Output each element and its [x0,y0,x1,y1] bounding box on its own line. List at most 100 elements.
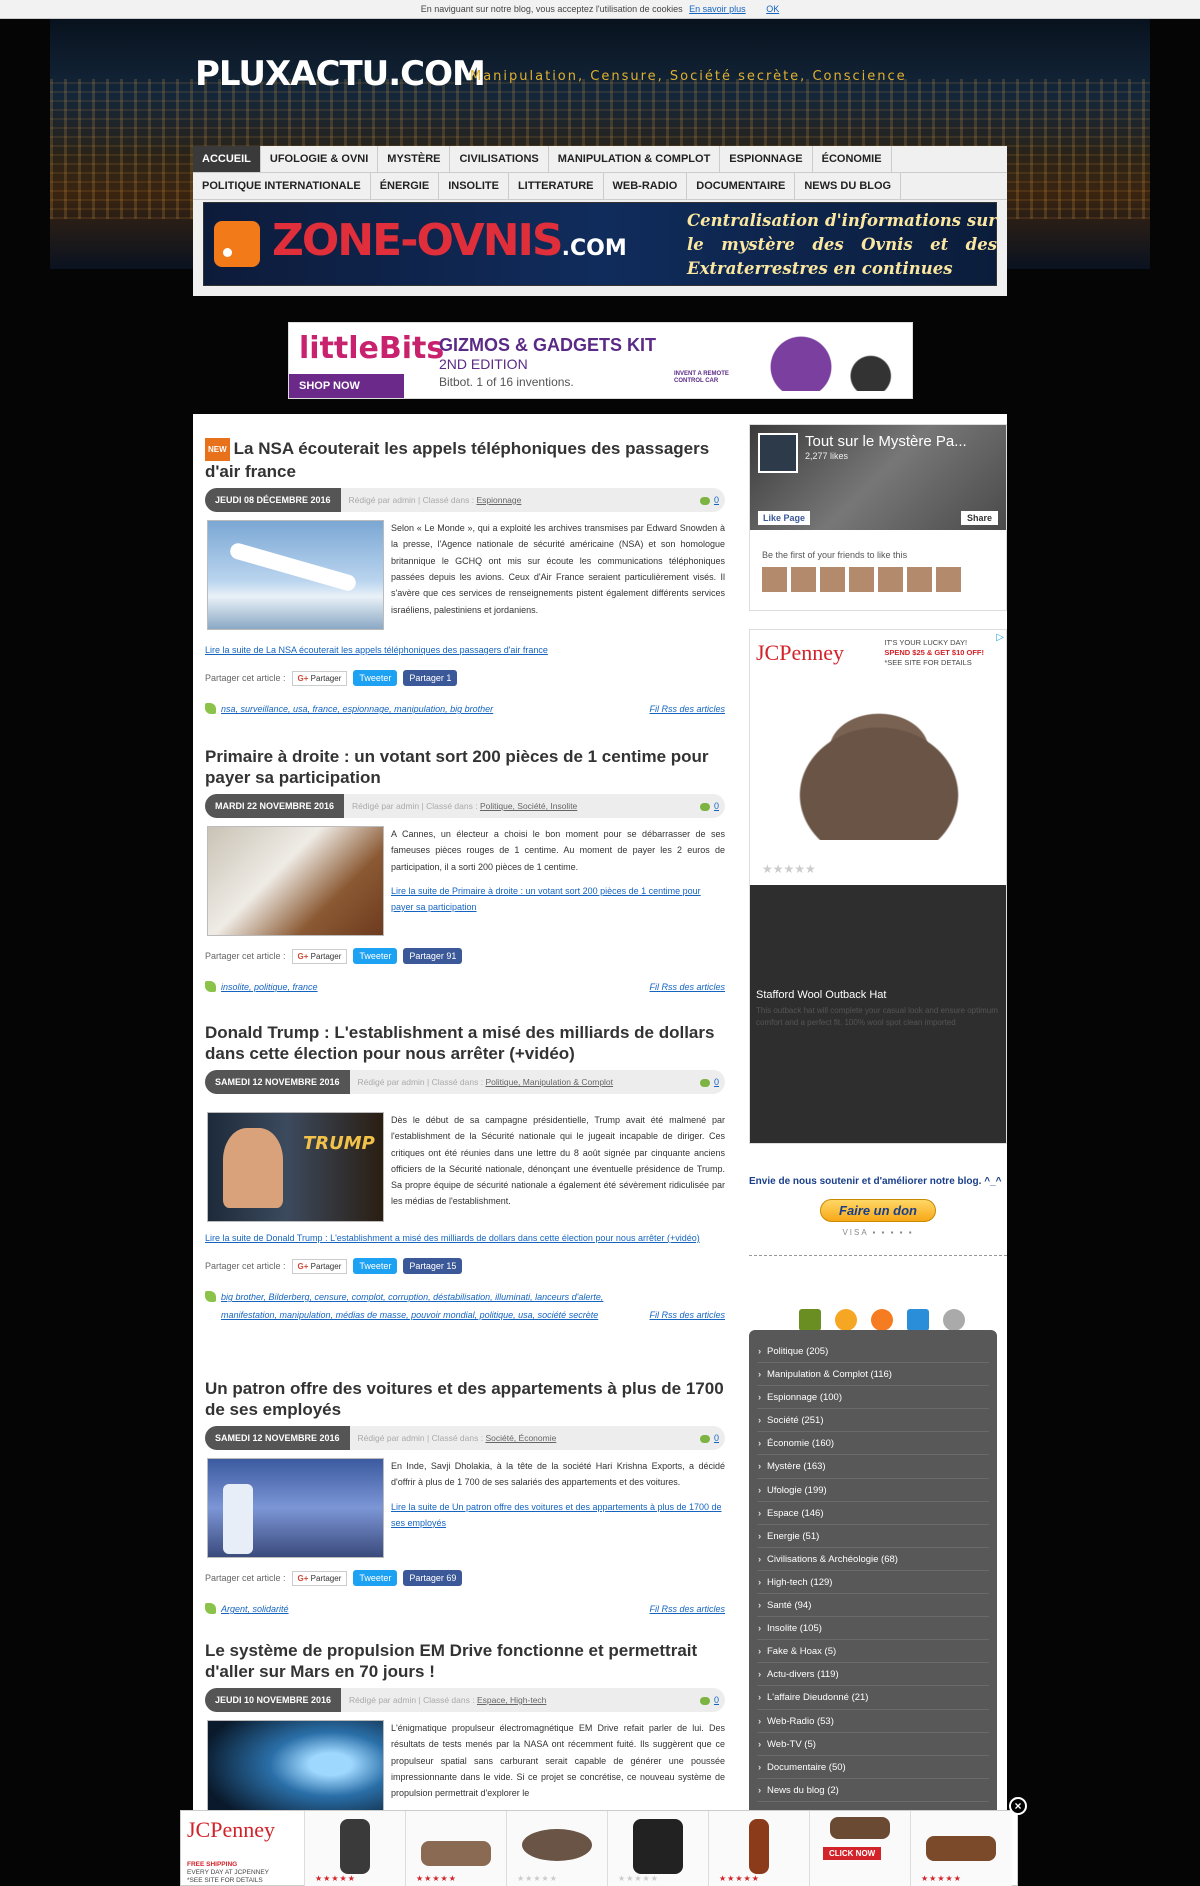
facebook-share-button[interactable]: Partager 15 [403,1258,463,1274]
category-item[interactable]: Civilisations & Archéologie (68) [757,1548,989,1571]
nav-item-accueil[interactable]: ACCUEIL [193,146,261,172]
nav-item-civilisations[interactable]: CIVILISATIONS [450,146,549,172]
category-item[interactable]: Web-Radio (53) [757,1710,989,1733]
gplus-share-button[interactable]: Partager [291,1570,348,1586]
product-thumb[interactable]: ★★★★★ [406,1811,507,1886]
category-item[interactable]: Politique (205) [757,1340,989,1363]
category-item[interactable]: Actu-divers (119) [757,1663,989,1687]
category-item[interactable]: Santé (94) [757,1594,989,1617]
nav-item-web-radio[interactable]: WEB-RADIO [604,173,688,199]
nav-item-energie[interactable]: ÉNERGIE [371,173,440,199]
nav-item-economie[interactable]: ÉCONOMIE [813,146,892,172]
tag-icon[interactable] [907,1309,929,1331]
zone-ovnis-banner[interactable]: ZONE-OVNIS.COM Centralisation d'informat… [193,200,1007,296]
close-ad-icon[interactable]: × [1009,1797,1027,1815]
category-item[interactable]: News du blog (2) [757,1779,989,1802]
post-title[interactable]: Donald Trump : L'establishment a misé de… [205,1022,725,1064]
category-item[interactable]: Ufologie (199) [757,1479,989,1502]
rss-link[interactable]: Fil Rss des articles [649,1306,725,1324]
post-category-link[interactable]: Politique, Société, Insolite [480,801,577,811]
shop-now-button[interactable]: SHOP NOW [289,374,404,398]
product-thumb[interactable]: CLICK NOW [810,1811,911,1886]
category-item[interactable]: Espionnage (100) [757,1386,989,1409]
littlebits-ad[interactable]: littleBits SHOP NOW GIZMOS & GADGETS KIT… [288,322,913,399]
post-category-link[interactable]: Politique, Manipulation & Complot [485,1077,613,1087]
category-item[interactable]: Espace (146) [757,1502,989,1525]
facebook-share-button[interactable]: Partager 91 [403,948,463,964]
facebook-share-button[interactable]: Partager 69 [403,1570,463,1586]
post-category-link[interactable]: Espace, High-tech [477,1695,546,1705]
read-more-link[interactable]: Lire la suite de Un patron offre des voi… [391,1499,725,1531]
gplus-share-button[interactable]: Partager [291,1258,348,1274]
rss-link[interactable]: Fil Rss des articles [649,700,725,718]
product-thumb[interactable]: ★★★★★ [709,1811,810,1886]
product-thumb[interactable]: ★★★★★ [911,1811,1012,1886]
product-thumb[interactable]: ★★★★★ [305,1811,406,1886]
nav-item-litterature[interactable]: LITTERATURE [509,173,604,199]
nav-item-espionnage[interactable]: ESPIONNAGE [720,146,813,172]
post-thumbnail[interactable] [207,520,384,631]
post-thumbnail[interactable] [207,826,384,936]
tag-links[interactable]: nsa, surveillance, usa, france, espionna… [205,700,649,718]
comment-count[interactable]: 0 [700,1077,725,1087]
cookie-ok-link[interactable]: OK [766,4,779,14]
nav-item-manipulation[interactable]: MANIPULATION & COMPLOT [549,146,721,172]
tweet-button[interactable]: Tweeter [353,1258,398,1274]
star-icon[interactable] [835,1309,857,1331]
gplus-share-button[interactable]: Partager [291,948,348,964]
tweet-button[interactable]: Tweeter [353,670,398,687]
product-thumb[interactable]: ★★★★★ [608,1811,709,1886]
hat-image[interactable] [756,690,1002,840]
donate-button[interactable]: Faire un don [820,1199,936,1222]
category-item[interactable]: Économie (160) [757,1432,989,1456]
read-more-link[interactable]: Lire la suite de Primaire à droite : un … [391,883,725,915]
comment-count[interactable]: 0 [700,1433,725,1443]
tweet-button[interactable]: Tweeter [353,1570,398,1586]
post-title[interactable]: Un patron offre des voitures et des appa… [205,1378,725,1420]
category-item[interactable]: Energie (51) [757,1525,989,1548]
cookie-more-link[interactable]: En savoir plus [689,4,746,14]
nav-item-politique[interactable]: POLITIQUE INTERNATIONALE [193,173,371,199]
category-item[interactable]: Mystère (163) [757,1455,989,1479]
share-button[interactable]: Share [960,511,998,525]
tag-links[interactable]: insolite, politique, france [205,978,649,996]
post-thumbnail[interactable] [207,1458,384,1558]
category-item[interactable]: L'affaire Dieudonné (21) [757,1686,989,1710]
jcpenney-side-ad[interactable]: JCPenney IT'S YOUR LUCKY DAY! SPEND $25 &… [749,629,1007,1144]
facebook-share-button[interactable]: Partager 1 [403,670,458,687]
product-thumb[interactable]: ★★★★★ [507,1811,608,1886]
click-now-button[interactable]: CLICK NOW [823,1847,882,1860]
category-item[interactable]: High-tech (129) [757,1571,989,1594]
like-page-button[interactable]: Like Page [758,511,811,525]
post-title[interactable]: Primaire à droite : un votant sort 200 p… [205,746,725,788]
nav-item-mystere[interactable]: MYSTÈRE [378,146,451,172]
clock-icon[interactable] [943,1309,965,1331]
nav-item-insolite[interactable]: INSOLITE [439,173,509,199]
facebook-page-widget[interactable]: Tout sur le Mystère Pa... 2,277 likes Li… [749,424,1007,611]
adchoices-icon[interactable]: ▷ [996,632,1004,643]
read-more-link[interactable]: Lire la suite de La NSA écouterait les a… [205,642,725,658]
category-item[interactable]: Insolite (105) [757,1617,989,1640]
comment-icon[interactable] [871,1309,893,1331]
rss-link[interactable]: Fil Rss des articles [649,1600,725,1618]
post-thumbnail[interactable]: TRUMP [207,1112,384,1222]
post-category-link[interactable]: Société, Économie [485,1433,556,1443]
category-item[interactable]: Documentaire (50) [757,1756,989,1779]
jcpenney-bottom-ad[interactable]: JCPenney FREE SHIPPING EVERY DAY AT JCPEN… [180,1810,1018,1886]
nav-item-documentaire[interactable]: DOCUMENTAIRE [687,173,796,199]
tag-links[interactable]: big brother, Bilderberg, censure, complo… [205,1288,649,1324]
product-name[interactable]: Stafford Wool Outback Hat [756,989,886,1001]
post-title[interactable]: NEW La NSA écouterait les appels téléphon… [205,438,725,482]
folder-icon[interactable] [799,1309,821,1331]
category-item[interactable]: Manipulation & Complot (116) [757,1363,989,1386]
comment-count[interactable]: 0 [700,495,725,505]
tweet-button[interactable]: Tweeter [353,948,398,964]
comment-count[interactable]: 0 [700,801,725,811]
nav-item-ufologie[interactable]: UFOLOGIE & OVNI [261,146,379,172]
gplus-share-button[interactable]: Partager [291,670,348,686]
comment-count[interactable]: 0 [700,1695,725,1705]
post-title[interactable]: Le système de propulsion EM Drive foncti… [205,1640,725,1682]
site-logo[interactable]: PLUXACTU.COM [195,54,486,94]
category-item[interactable]: Web-TV (5) [757,1733,989,1756]
facebook-page-title[interactable]: Tout sur le Mystère Pa... [805,433,967,450]
